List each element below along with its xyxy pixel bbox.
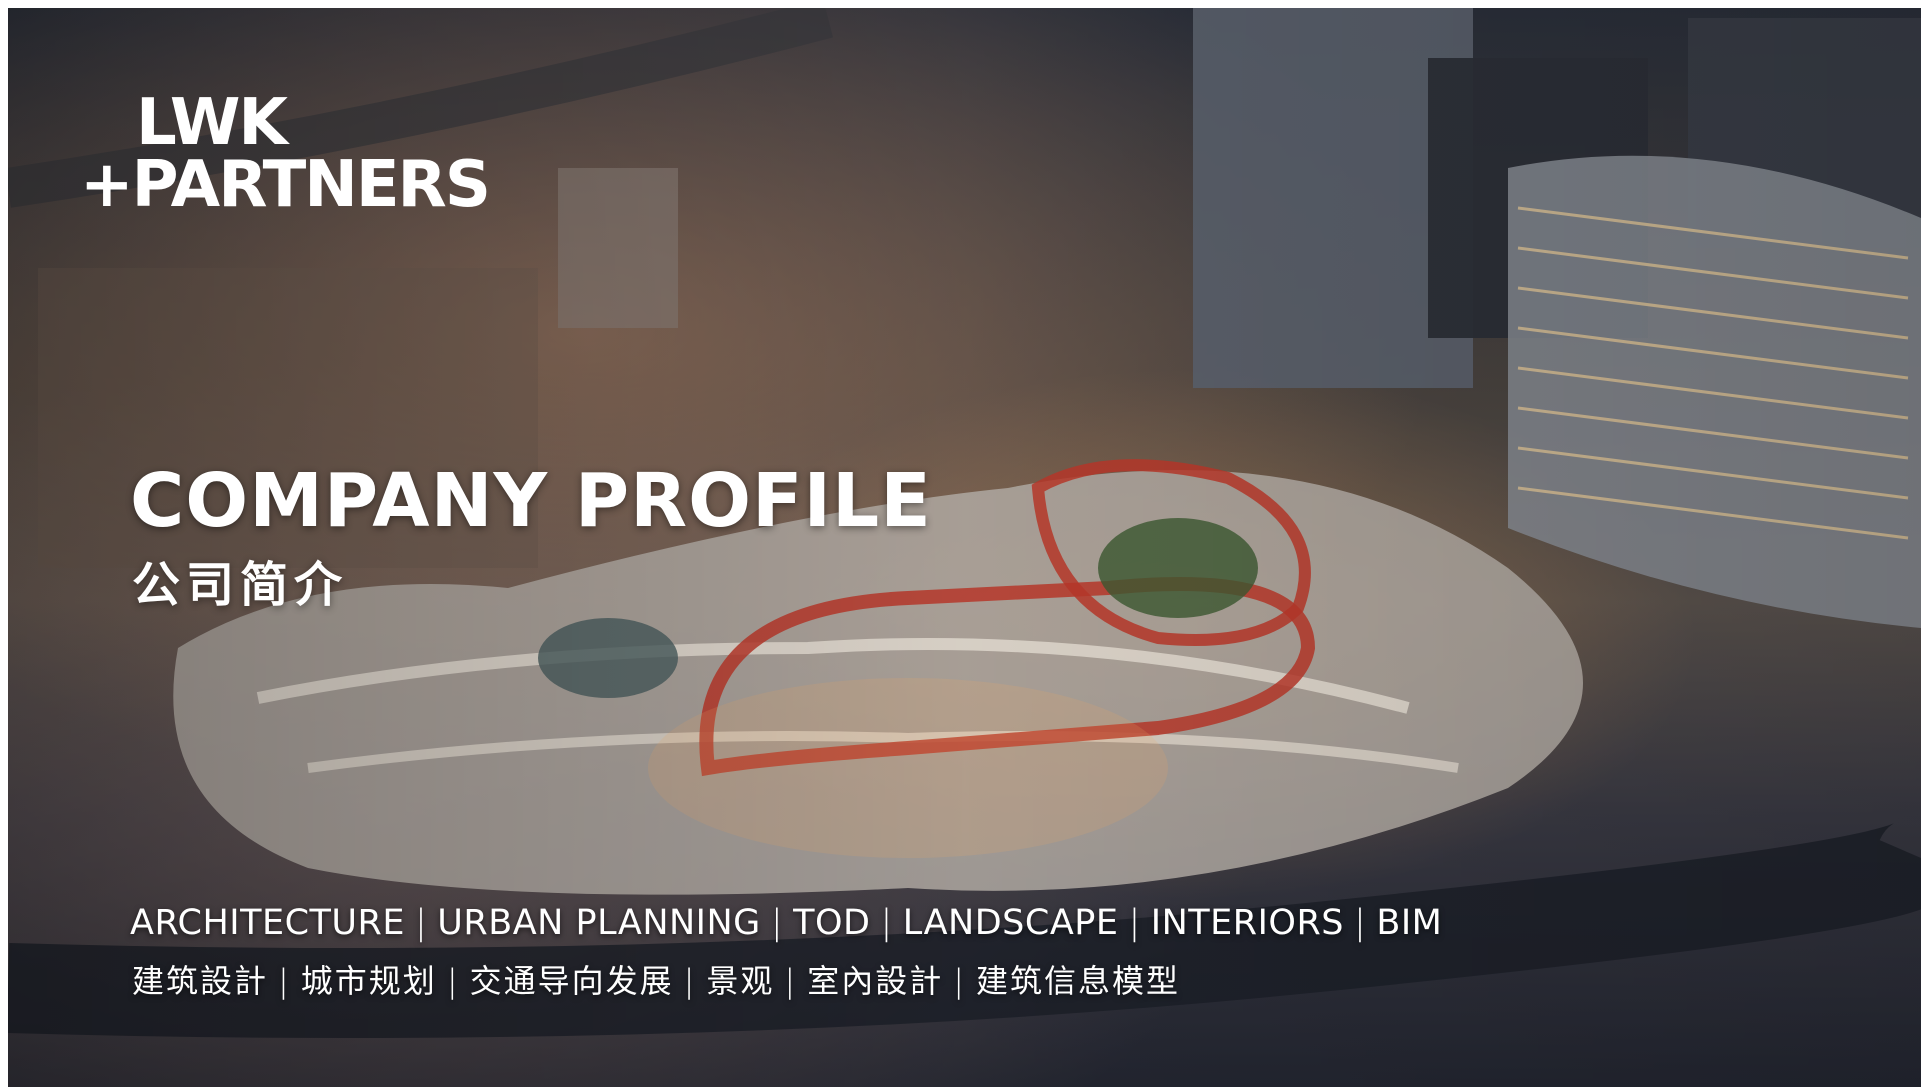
service-landscape: LANDSCAPE	[902, 903, 1119, 943]
service-urban-planning: URBAN PLANNING	[437, 903, 761, 943]
service-cn-bim: 建筑信息模型	[975, 962, 1180, 1000]
separator: |	[446, 962, 460, 1000]
service-cn-landscape: 景观	[706, 962, 775, 1000]
separator: |	[880, 903, 893, 943]
separator: |	[1128, 903, 1141, 943]
logo-line-lwk: LWK	[136, 86, 288, 160]
separator: |	[784, 962, 798, 1000]
page-title: COMPANY PROFILE	[130, 458, 932, 544]
service-architecture: ARCHITECTURE	[130, 903, 405, 943]
separator: |	[953, 962, 966, 1000]
company-logo: LWK +PARTNERS	[80, 86, 491, 222]
logo-line-partners: +PARTNERS	[80, 148, 491, 222]
page-subtitle-chinese: 公司简介	[132, 557, 349, 613]
separator: |	[1354, 903, 1367, 943]
services-list-english: ARCHITECTURE | URBAN PLANNING | TOD | LANDSCAP…	[130, 903, 1442, 943]
services-list-chinese: 建筑設計 | 城市规划 | 交通导向发展 | 景观 | 室內設計 | 建筑信息模型	[132, 956, 1180, 1002]
service-tod: TOD	[793, 903, 871, 943]
separator: |	[414, 903, 428, 943]
separator: |	[770, 903, 784, 943]
service-cn-tod: 交通导向发展	[469, 962, 674, 1000]
separator: |	[683, 962, 697, 1000]
service-cn-interiors: 室內設計	[807, 962, 944, 1000]
service-interiors: INTERIORS	[1150, 903, 1345, 943]
separator: |	[278, 962, 291, 1000]
service-cn-architecture: 建筑設計	[132, 962, 269, 1000]
service-bim: BIM	[1376, 903, 1443, 943]
service-cn-urban-planning: 城市规划	[300, 962, 437, 1000]
